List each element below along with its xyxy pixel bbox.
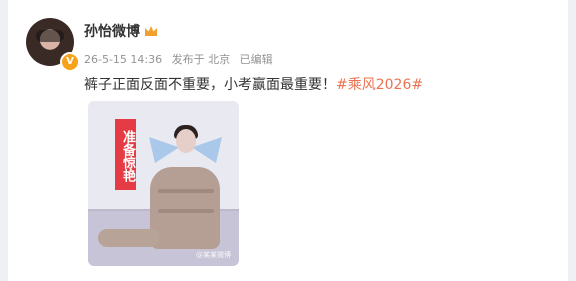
post-edited-label[interactable]: 已编辑 bbox=[240, 53, 273, 66]
post-image[interactable]: 准备惊艳 @某某微博 bbox=[88, 101, 239, 266]
crown-icon bbox=[145, 26, 157, 36]
post-meta: 26-5-15 14:36 发布于 北京 已编辑 bbox=[84, 51, 279, 67]
image-watermark: @某某微博 bbox=[196, 251, 231, 259]
sunglasses bbox=[36, 30, 64, 42]
post-timestamp[interactable]: 26-5-15 14:36 bbox=[84, 53, 162, 66]
post-text: 裤子正面反面不重要，小考赢面最重要！#乘风2026# bbox=[84, 74, 423, 94]
sign-text: 准备惊艳 bbox=[115, 119, 136, 190]
wing-right bbox=[192, 137, 222, 163]
wing-left bbox=[149, 137, 179, 163]
author-name[interactable]: 孙怡微博 bbox=[84, 21, 140, 41]
blanket-fold bbox=[158, 209, 214, 213]
head bbox=[176, 129, 196, 153]
post-location: 发布于 北京 bbox=[171, 53, 231, 66]
blanket-fold bbox=[158, 189, 214, 193]
hashtag-link[interactable]: #乘风2026# bbox=[336, 77, 423, 93]
verified-badge-icon: V bbox=[60, 52, 80, 72]
weibo-post-card: V 孙怡微博 26-5-15 14:36 发布于 北京 已编辑 裤子正面反面不重… bbox=[8, 0, 568, 281]
post-body: 裤子正面反面不重要，小考赢面最重要！ bbox=[84, 77, 336, 93]
feet bbox=[98, 229, 160, 247]
blanket bbox=[150, 167, 220, 249]
